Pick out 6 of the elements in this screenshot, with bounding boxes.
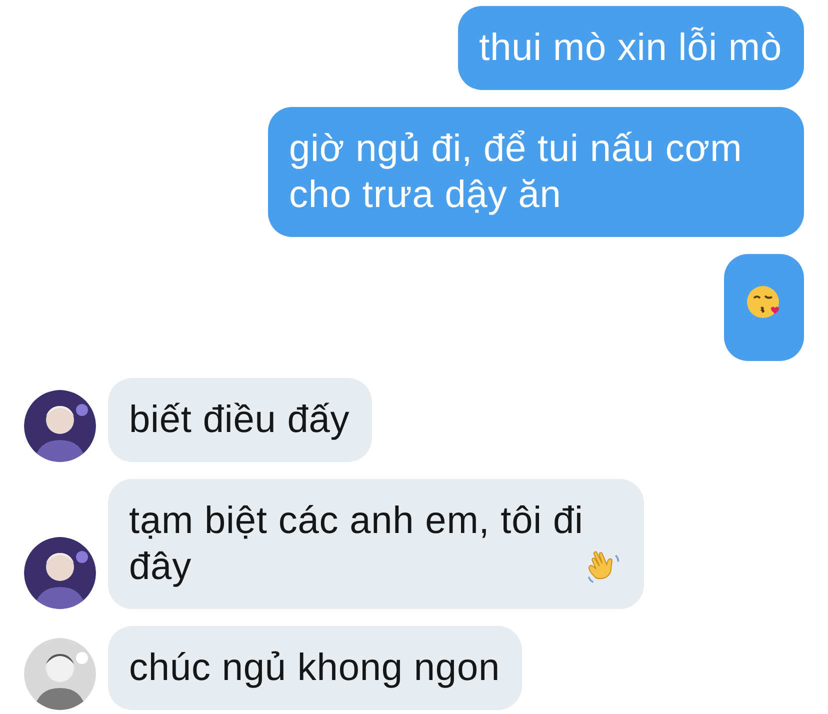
message-text: tạm biệt các anh em, tôi đi đây bbox=[129, 499, 584, 590]
waving-hand-icon bbox=[586, 550, 622, 584]
message-text: chúc ngủ khong ngon bbox=[129, 647, 500, 689]
message-text: biết điều đấy bbox=[129, 399, 350, 441]
message-text: thui mò xin lỗi mò bbox=[479, 27, 782, 69]
message-text: giờ ngủ đi, để tui nấu cơm cho trưa dậy ăn bbox=[289, 128, 742, 216]
